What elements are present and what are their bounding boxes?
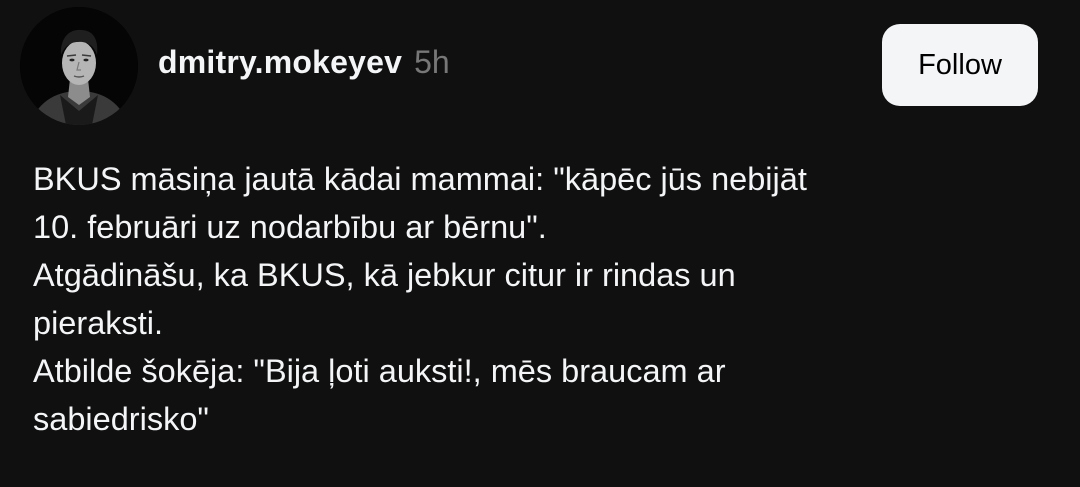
post-text-line: pieraksti. [33, 305, 164, 341]
follow-button[interactable]: Follow [882, 24, 1038, 106]
post-text-line: 10. februāri uz nodarbību ar bērnu". [33, 209, 547, 245]
author-avatar[interactable] [20, 7, 138, 125]
post-body: BKUS māsiņa jautā kādai mammai: "kāpēc j… [33, 155, 1033, 443]
post-text-line: Atgādināšu, ka BKUS, kā jebkur citur ir … [33, 257, 736, 293]
post-text-line: BKUS māsiņa jautā kādai mammai: "kāpēc j… [33, 161, 807, 197]
post-header: dmitry.mokeyev 5h [158, 44, 450, 88]
post-text-line: sabiedrisko" [33, 401, 209, 437]
profile-photo-icon [20, 7, 138, 125]
post-timestamp: 5h [414, 44, 450, 80]
post-text-line: Atbilde šokēja: "Bija ļoti auksti!, mēs … [33, 353, 726, 389]
author-username[interactable]: dmitry.mokeyev [158, 44, 402, 81]
thread-post: dmitry.mokeyev 5h Follow BKUS māsiņa jau… [0, 0, 1080, 487]
